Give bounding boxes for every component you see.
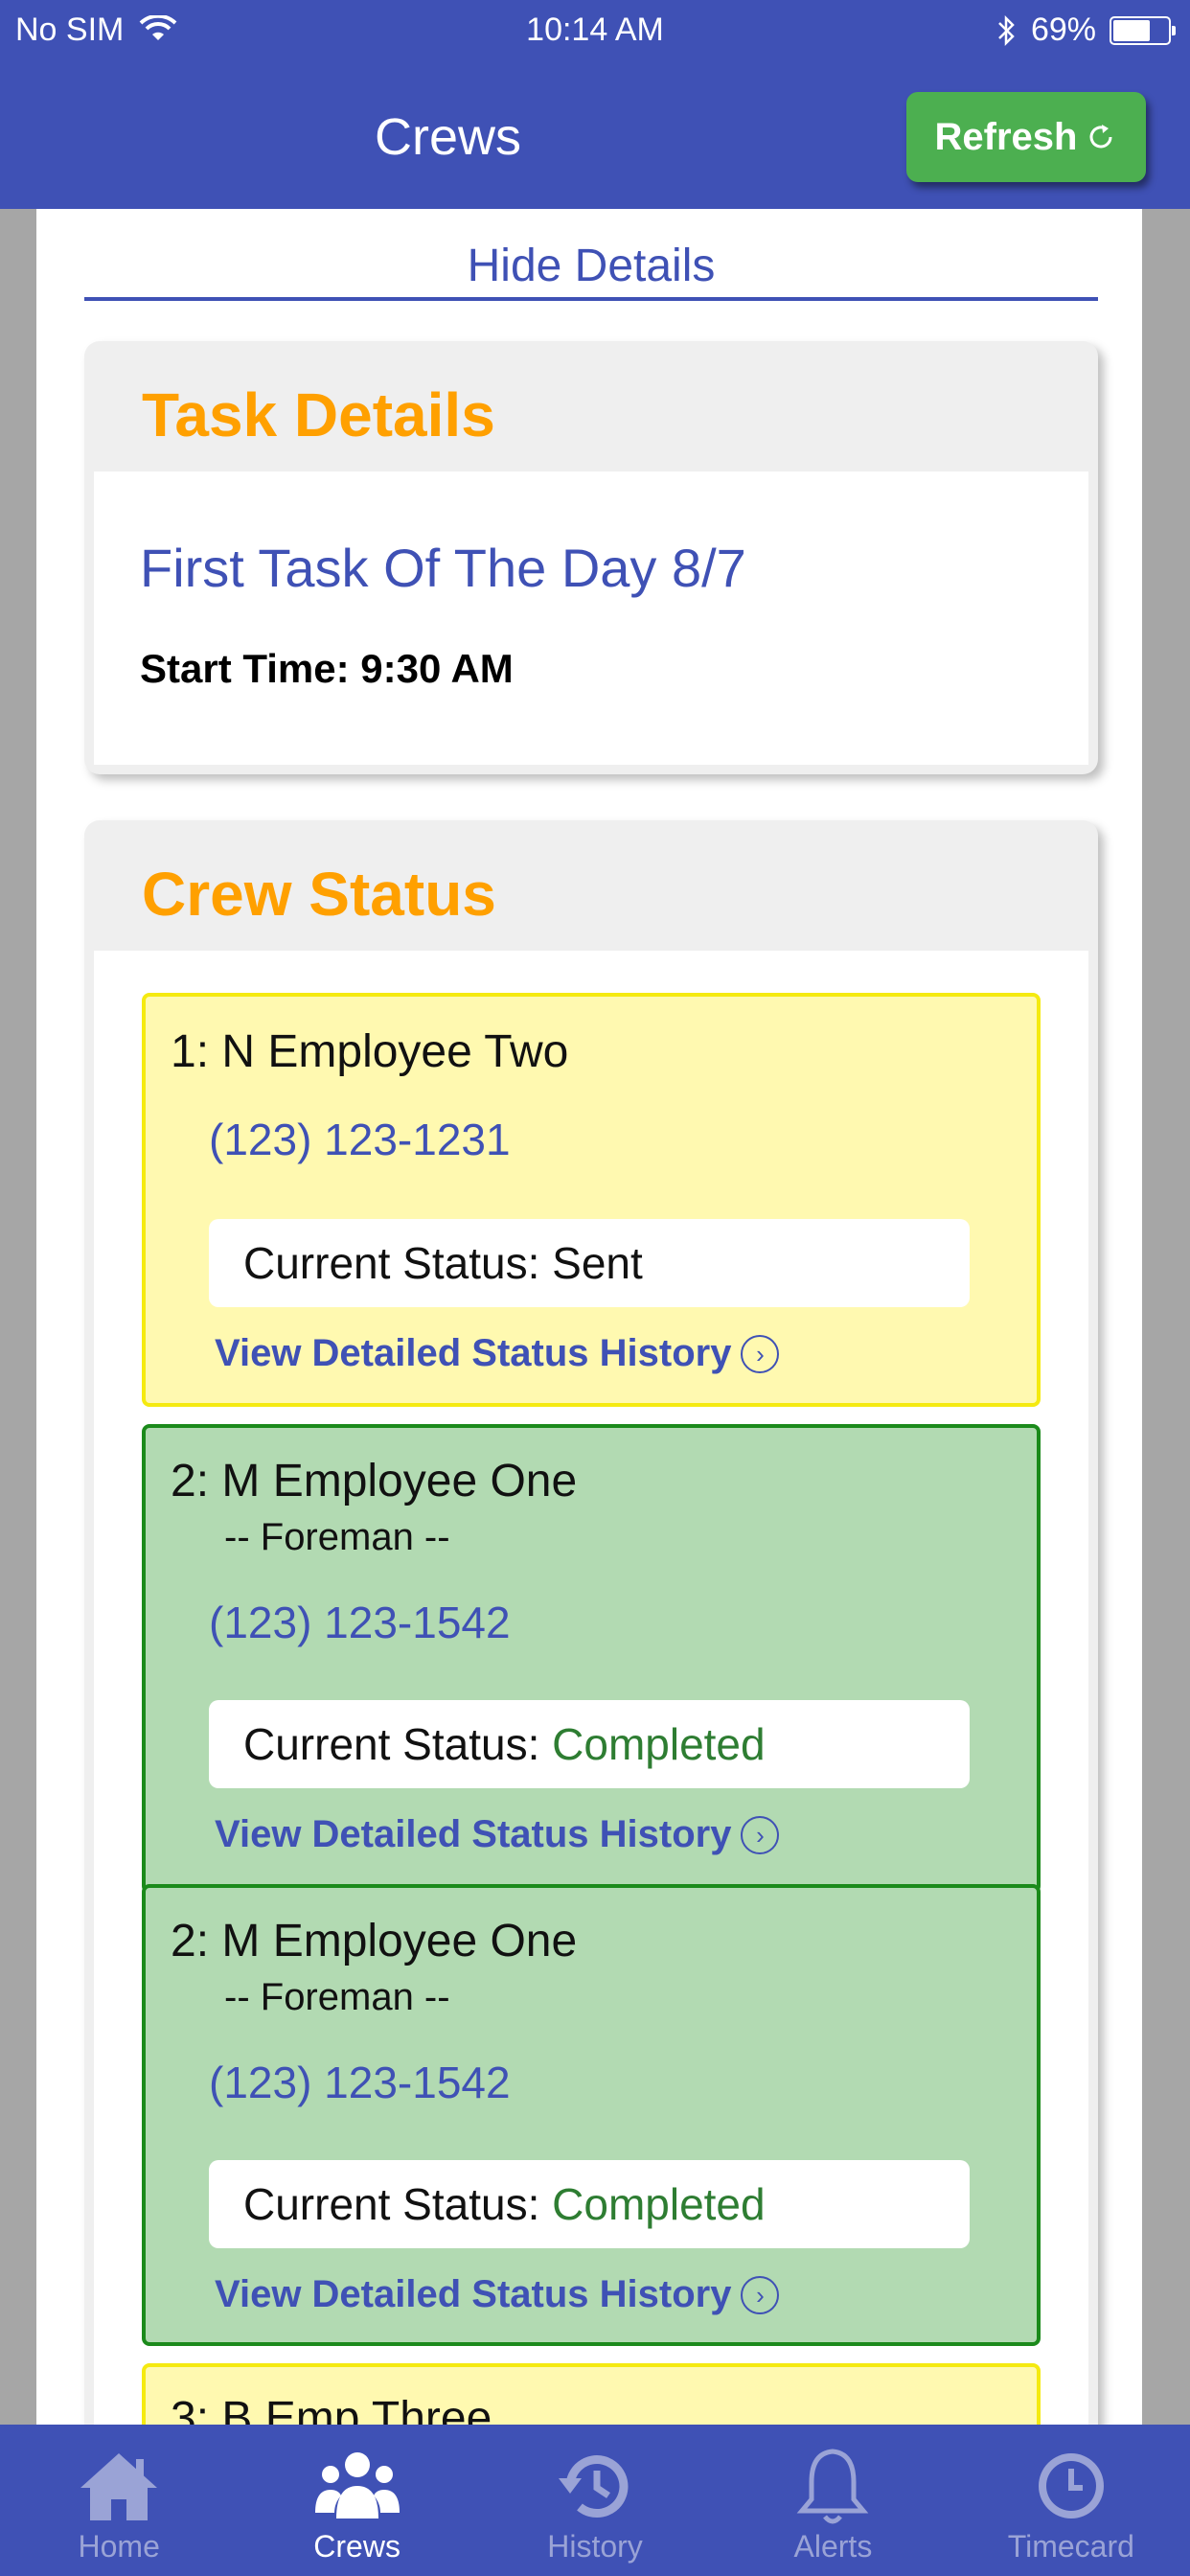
- tab-history[interactable]: History: [476, 2425, 714, 2576]
- member-status-box: Current Status: Completed: [209, 2160, 970, 2248]
- crew-list: 1: N Employee Two (123) 123-1231 Current…: [94, 951, 1088, 2425]
- refresh-icon: [1089, 125, 1112, 149]
- chevron-right-icon: ›: [741, 1334, 780, 1373]
- task-name: First Task Of The Day 8/7: [140, 538, 746, 598]
- hide-details-link[interactable]: Hide Details: [84, 240, 1098, 292]
- status-bar: No SIM 10:14 AM 69%: [0, 12, 1190, 50]
- crew-status-header: Crew Status: [84, 820, 1098, 951]
- crew-member-card: 2: M Employee One -- Foreman -- (123) 12…: [142, 1424, 1041, 1894]
- status-label: Current Status:: [243, 1238, 553, 1288]
- status-value: Completed: [552, 1719, 766, 1769]
- tab-label: Crews: [313, 2529, 400, 2564]
- member-name: 1: N Employee Two: [171, 1026, 569, 1077]
- member-name: 3: B Emp Three: [171, 2393, 492, 2425]
- chevron-right-icon: ›: [741, 2275, 780, 2314]
- member-phone-link[interactable]: (123) 123-1542: [209, 2057, 511, 2108]
- tab-crews[interactable]: Crews: [238, 2425, 475, 2576]
- refresh-label: Refresh: [934, 115, 1078, 158]
- hide-details-underline: [84, 297, 1098, 301]
- status-right: 69%: [996, 12, 1176, 49]
- task-start-time: Start Time: 9:30 AM: [140, 646, 514, 691]
- page-title: Crews: [374, 108, 521, 166]
- view-status-history-link[interactable]: View Detailed Status History ›: [215, 1813, 780, 1856]
- crew-member-card: 1: N Employee Two (123) 123-1231 Current…: [142, 993, 1041, 1407]
- tab-bar: Home Crews History Alerts Timecard: [0, 2425, 1190, 2576]
- task-details-title: Task Details: [142, 380, 495, 449]
- content-sheet: Hide Details Task Details First Task Of …: [36, 209, 1142, 2425]
- status-value: Completed: [552, 2179, 766, 2229]
- member-role: -- Foreman --: [224, 1516, 450, 1558]
- status-label: Current Status:: [243, 2179, 553, 2229]
- battery-icon: [1110, 15, 1176, 45]
- history-link-label: View Detailed Status History: [215, 1813, 732, 1855]
- status-label: Current Status:: [243, 1719, 553, 1769]
- bell-icon: [797, 2449, 869, 2524]
- view-status-history-link[interactable]: View Detailed Status History ›: [215, 1332, 780, 1375]
- crew-member-card: 2: M Employee One -- Foreman -- (123) 12…: [142, 1884, 1041, 2346]
- task-details-card: Task Details First Task Of The Day 8/7 S…: [84, 341, 1098, 774]
- refresh-button[interactable]: Refresh: [906, 92, 1146, 182]
- clock-icon: [1038, 2453, 1104, 2518]
- battery-percent: 69%: [1030, 12, 1096, 48]
- history-link-label: View Detailed Status History: [215, 2273, 732, 2315]
- member-role: -- Foreman --: [224, 1976, 450, 2018]
- crews-icon: [314, 2452, 400, 2518]
- tab-alerts[interactable]: Alerts: [714, 2425, 951, 2576]
- history-icon: [559, 2455, 629, 2518]
- tab-label: History: [547, 2529, 643, 2564]
- member-phone-link[interactable]: (123) 123-1542: [209, 1597, 511, 1648]
- member-status-box: Current Status: Sent: [209, 1219, 970, 1307]
- tab-label: Alerts: [793, 2529, 873, 2564]
- task-details-body: First Task Of The Day 8/7 Start Time: 9:…: [94, 472, 1088, 765]
- history-link-label: View Detailed Status History: [215, 1332, 732, 1374]
- tab-timecard[interactable]: Timecard: [952, 2425, 1190, 2576]
- crew-status-title: Crew Status: [142, 860, 496, 929]
- tab-home[interactable]: Home: [0, 2425, 238, 2576]
- crew-status-body: 1: N Employee Two (123) 123-1231 Current…: [94, 951, 1088, 2425]
- member-status-box: Current Status: Completed: [209, 1700, 970, 1788]
- chevron-right-icon: ›: [741, 1815, 780, 1854]
- crew-member-card: 3: B Emp Three: [142, 2363, 1041, 2425]
- member-name: 2: M Employee One: [171, 1916, 578, 1966]
- home-icon: [80, 2453, 158, 2520]
- member-name: 2: M Employee One: [171, 1456, 578, 1506]
- tab-label: Home: [78, 2529, 160, 2564]
- top-bar: No SIM 10:14 AM 69% Crews Refresh: [0, 0, 1190, 209]
- member-phone-link[interactable]: (123) 123-1231: [209, 1114, 511, 1165]
- task-details-header: Task Details: [84, 341, 1098, 472]
- bluetooth-icon: [998, 14, 1015, 46]
- crew-status-card: Crew Status 1: N Employee Two (123) 123-…: [84, 820, 1098, 2425]
- status-value: Sent: [552, 1238, 643, 1288]
- view-status-history-link[interactable]: View Detailed Status History ›: [215, 2273, 780, 2316]
- tab-label: Timecard: [1007, 2529, 1134, 2564]
